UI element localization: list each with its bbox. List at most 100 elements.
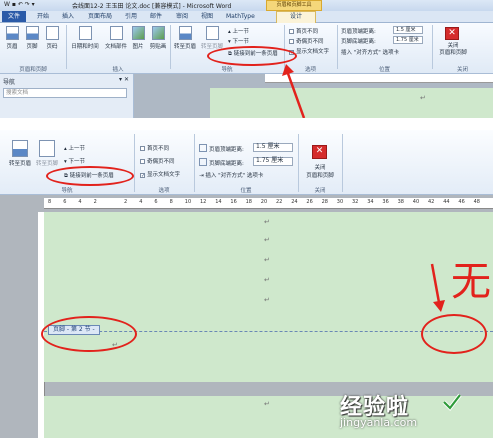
- annotation-circle: [41, 316, 137, 352]
- page-number-button[interactable]: 页码: [44, 26, 60, 50]
- footer-distance-label: 页脚底端距离:: [341, 39, 376, 45]
- header-footer-tools-tag: 页眉和页脚工具: [266, 0, 322, 11]
- ruler-tick-label: 22: [276, 199, 283, 205]
- date-time-button[interactable]: 日期和时间: [70, 26, 100, 50]
- quick-parts-label: 文档部件: [104, 44, 127, 50]
- tab-mathtype[interactable]: MathType: [226, 12, 255, 22]
- close-header-footer-button[interactable]: ✕: [445, 27, 459, 40]
- ruler-tick-label: 36: [382, 199, 389, 205]
- page-number-icon: [45, 26, 59, 40]
- footer-button[interactable]: 页脚: [24, 26, 40, 50]
- goto-footer-button[interactable]: 转至页脚: [34, 140, 60, 167]
- header-distance-icon: [199, 144, 207, 152]
- ruler-tick-label: 6: [63, 199, 67, 205]
- close-header-footer-button[interactable]: ✕: [312, 145, 327, 159]
- ruler-tick-label: 8: [169, 199, 173, 205]
- clipart-label: 剪贴画: [149, 44, 167, 50]
- footer-distance-input[interactable]: 1.75 厘米: [253, 157, 293, 166]
- option-label: 奇偶页不同: [147, 159, 175, 165]
- ruler-tick-label: 34: [367, 199, 374, 205]
- group-separator: [170, 25, 171, 69]
- checkmark-icon: [442, 393, 462, 411]
- quick-parts-icon: [109, 26, 123, 40]
- footer-distance-input[interactable]: 1.75 厘米: [393, 36, 423, 44]
- group-separator: [298, 134, 299, 192]
- previous-section-label: 上一节: [68, 146, 86, 152]
- annotation-arrow: [430, 263, 445, 312]
- close-icon[interactable]: ▾ ✕: [119, 76, 129, 83]
- tab-page-layout[interactable]: 页面布局: [88, 12, 112, 22]
- insert-alignment-tab-button[interactable]: ⇥ 插入 "对齐方式" 选项卡: [199, 171, 263, 179]
- goto-header-button[interactable]: 转至页眉: [8, 140, 32, 167]
- paragraph-mark: ↵: [264, 256, 270, 264]
- tab-view[interactable]: 视图: [201, 12, 213, 22]
- annotation-handwritten-text: 无: [451, 259, 491, 305]
- header-label: 页眉: [6, 44, 18, 50]
- header-button[interactable]: 页眉: [4, 26, 20, 50]
- annotation-circle: [46, 166, 134, 186]
- ribbon-design-bottom: 转至页眉 转至页脚 ▴ 上一节 ▾ 下一节 ⧉ 链接到前一条页眉 导航 首页不同…: [0, 130, 493, 195]
- group-separator: [66, 25, 67, 69]
- tab-insert[interactable]: 插入: [62, 12, 74, 22]
- odd-even-checkbox[interactable]: 奇偶页不同: [289, 37, 324, 45]
- paragraph-mark: ↵: [264, 296, 270, 304]
- tab-mailings[interactable]: 邮件: [150, 12, 162, 22]
- group-separator: [194, 134, 195, 192]
- paragraph-mark: ↵: [264, 218, 270, 226]
- checkbox-box: [140, 159, 145, 164]
- ruler-tick-label: 26: [306, 199, 313, 205]
- clipart-button[interactable]: 剪贴画: [148, 26, 168, 50]
- picture-icon: [131, 26, 145, 40]
- goto-header-button[interactable]: 转至页眉: [173, 26, 197, 50]
- option-label: 显示文档文字: [296, 49, 330, 55]
- next-section-button[interactable]: ▾ 下一节: [64, 157, 85, 165]
- group-separator: [134, 134, 135, 192]
- next-section-label: 下一节: [68, 159, 86, 165]
- header-distance-input[interactable]: 1.5 厘米: [393, 26, 423, 34]
- tab-references[interactable]: 引用: [125, 12, 137, 22]
- tab-design[interactable]: 设计: [276, 11, 316, 23]
- ruler-tick-label: 42: [428, 199, 435, 205]
- header-distance-input[interactable]: 1.5 厘米: [253, 143, 293, 152]
- different-first-page-checkbox[interactable]: 首页不同: [289, 27, 318, 35]
- checkbox-box: [289, 39, 294, 44]
- paragraph-mark: ↵: [264, 276, 270, 284]
- ruler-tick-label: 4: [78, 199, 82, 205]
- horizontal-ruler: 8 6 4 2 2 4 6 8 10 12 14 16 18 20 22 24 26 28 30 32 34 36 38 40…: [44, 198, 493, 209]
- window-title: 会线面12-2 王玉田 论文.doc [兼容模式] - Microsoft Wo…: [72, 3, 232, 10]
- previous-section-button[interactable]: ▴ 上一节: [64, 144, 85, 152]
- annotation-circle: [421, 314, 487, 354]
- quick-access-icons[interactable]: W ▪ ↶ ↷ ▾: [4, 1, 35, 8]
- goto-header-label: 转至页眉: [8, 161, 31, 167]
- top-word-window: W ▪ ↶ ↷ ▾ 会线面12-2 王玉田 论文.doc [兼容模式] - Mi…: [0, 0, 493, 118]
- tab-review[interactable]: 审阅: [176, 12, 188, 22]
- tab-file[interactable]: 文件: [2, 11, 26, 22]
- ruler-tick-label: 24: [291, 199, 298, 205]
- show-document-text-checkbox[interactable]: 显示文档文字: [140, 170, 180, 178]
- ruler-tick-label: 6: [154, 199, 158, 205]
- goto-footer-icon: [39, 140, 55, 157]
- odd-even-checkbox[interactable]: 奇偶页不同: [140, 157, 175, 165]
- goto-footer-button[interactable]: 转至页脚: [200, 26, 224, 50]
- page-top: ↵: [210, 88, 493, 118]
- insert-alignment-tab-button[interactable]: 插入 "对齐方式" 选项卡: [341, 48, 399, 56]
- next-section-button[interactable]: ▾ 下一节: [228, 37, 249, 45]
- tab-home[interactable]: 开始: [37, 12, 49, 22]
- group-label-navigation: 导航: [61, 188, 73, 194]
- ruler-tick-label: 46: [458, 199, 465, 205]
- footer-distance-icon: [199, 158, 207, 166]
- picture-button[interactable]: 图片: [131, 26, 145, 50]
- ruler-tick-label: 30: [336, 199, 344, 205]
- ruler-tick-label: 28: [321, 199, 328, 205]
- different-first-page-checkbox[interactable]: 首页不同: [140, 144, 169, 152]
- ruler-tick-label: 40: [412, 199, 420, 205]
- navigation-pane: 导航 ▾ ✕ 搜索文档: [0, 74, 134, 118]
- nav-search-input[interactable]: 搜索文档: [3, 88, 127, 98]
- previous-section-button[interactable]: ▴ 上一节: [228, 27, 249, 35]
- header-icon: [5, 26, 19, 40]
- watermark: 经验啦 jingyanla.com: [318, 389, 488, 435]
- quick-parts-button[interactable]: 文档部件: [103, 26, 129, 50]
- group-label-insert: 插入: [112, 67, 124, 73]
- next-section-label: 下一节: [232, 39, 250, 45]
- group-label-position: 位置: [378, 67, 390, 73]
